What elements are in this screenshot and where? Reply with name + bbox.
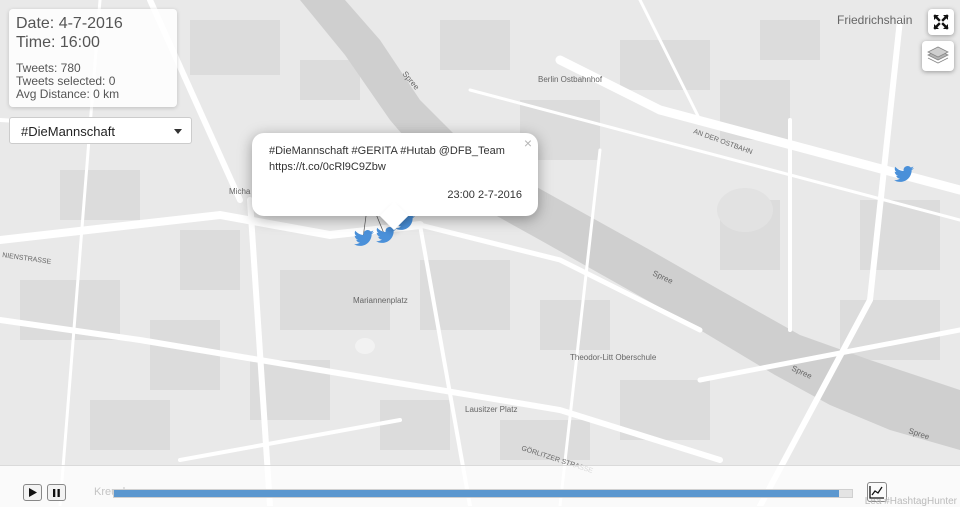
popup-timestamp: 23:00 2-7-2016 bbox=[447, 189, 522, 201]
timeline-slider[interactable] bbox=[113, 489, 853, 498]
close-icon[interactable]: × bbox=[524, 135, 532, 151]
layers-icon bbox=[927, 46, 949, 64]
avg-distance: Avg Distance: 0 km bbox=[16, 87, 120, 101]
play-button[interactable] bbox=[23, 484, 42, 501]
timeline-progress bbox=[114, 490, 839, 497]
attribution: Lea #HashtagHunter bbox=[865, 496, 957, 507]
layers-button[interactable] bbox=[922, 41, 954, 71]
info-panel: Date: 4-7-2016 Time: 16:00 Tweets: 780 T… bbox=[9, 9, 177, 107]
square-fountain bbox=[355, 338, 375, 354]
label-lausitzer-platz: Lausitzer Platz bbox=[465, 405, 517, 414]
twitter-bird-icon[interactable] bbox=[893, 166, 915, 184]
twitter-bird-icon[interactable] bbox=[353, 230, 375, 248]
popup-text-line-2[interactable]: https://t.co/0cRl9C9Zbw bbox=[269, 159, 524, 175]
tweet-popup: #DieMannschaft #GERITA #Hutab @DFB_Team … bbox=[252, 133, 538, 231]
popup-body: #DieMannschaft #GERITA #Hutab @DFB_Team … bbox=[269, 143, 524, 175]
timeline-bar: Kreuzberg Lea #HashtagHunter bbox=[0, 465, 960, 507]
label-mariannenplatz: Mariannenplatz bbox=[353, 296, 408, 305]
label-friedrichshain: Friedrichshain bbox=[837, 13, 912, 27]
pause-button[interactable] bbox=[47, 484, 66, 501]
date-text: Date: 4-7-2016 bbox=[16, 15, 123, 32]
fullscreen-icon bbox=[933, 14, 949, 30]
popup-text-line-1: #DieMannschaft #GERITA #Hutab @DFB_Team bbox=[269, 145, 505, 157]
hashtag-select[interactable]: #DieMannschaft bbox=[9, 117, 192, 144]
chevron-down-icon bbox=[174, 129, 182, 134]
label-theodor-litt: Theodor-Litt Oberschule bbox=[570, 353, 657, 362]
attribution-prefix: Lea bbox=[864, 496, 882, 507]
fullscreen-button[interactable] bbox=[928, 9, 954, 35]
hashtag-select-value: #DieMannschaft bbox=[21, 124, 115, 139]
label-micha: Micha bbox=[229, 187, 251, 196]
label-ostbahnhof: Berlin Ostbahnhof bbox=[538, 75, 603, 84]
time-text: Time: 16:00 bbox=[16, 34, 100, 51]
pause-icon bbox=[53, 489, 60, 497]
attribution-text[interactable]: #HashtagHunter bbox=[884, 496, 957, 507]
play-icon bbox=[29, 488, 37, 497]
stadium-area bbox=[717, 188, 773, 232]
